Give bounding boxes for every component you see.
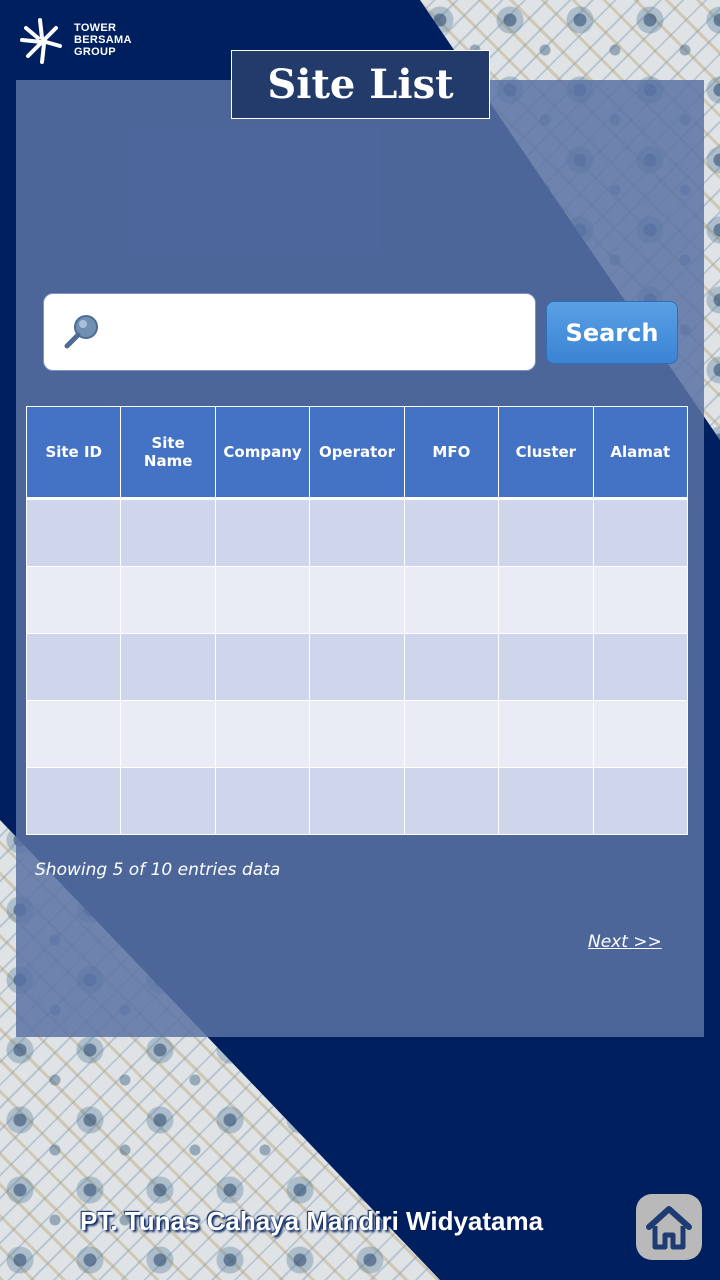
column-header-site-id[interactable]: Site ID — [25, 406, 122, 500]
column-header-mfo[interactable]: MFO — [403, 406, 500, 500]
next-page-link[interactable]: Next >> — [588, 932, 662, 952]
table-cell — [309, 498, 405, 567]
logo-line: GROUP — [74, 46, 116, 58]
table-row[interactable] — [25, 566, 689, 634]
column-header-alamat[interactable]: Alamat — [592, 406, 689, 500]
table-row[interactable] — [25, 767, 689, 835]
table-cell — [498, 566, 594, 634]
search-icon — [64, 315, 98, 349]
table-cell — [120, 700, 216, 768]
column-header-operator[interactable]: Operator — [309, 406, 405, 500]
table-cell — [498, 498, 594, 567]
table-cell — [403, 767, 500, 835]
company-name: PT. Tunas Cahaya Mandiri Widyatama — [80, 1206, 544, 1236]
table-cell — [214, 767, 311, 835]
table-cell — [25, 498, 122, 567]
table-header-row: Site ID Site Name Company Operator MFO C… — [25, 406, 689, 500]
table-cell — [214, 566, 311, 634]
table-cell — [25, 767, 122, 835]
table-cell — [214, 700, 311, 768]
table-row[interactable] — [25, 633, 689, 701]
table-cell — [403, 498, 500, 567]
logo-line: BERSAMA — [74, 34, 132, 46]
table-cell — [592, 633, 689, 701]
table-cell — [214, 498, 311, 567]
company-logo: TOWER BERSAMA GROUP — [16, 14, 166, 70]
table-cell — [25, 633, 122, 701]
column-header-company[interactable]: Company — [214, 406, 311, 500]
table-cell — [498, 633, 594, 701]
table-cell — [309, 700, 405, 768]
table-cell — [25, 700, 122, 768]
page-title: Site List — [267, 61, 454, 108]
search-field[interactable] — [43, 293, 536, 372]
logo-line: TOWER — [74, 22, 117, 34]
home-icon — [646, 1206, 692, 1250]
column-header-site-name[interactable]: Site Name — [120, 406, 216, 500]
column-header-cluster[interactable]: Cluster — [498, 406, 594, 500]
table-cell — [592, 700, 689, 768]
table-cell — [403, 633, 500, 701]
sunburst-logo-icon — [20, 18, 62, 64]
table-cell — [25, 566, 122, 634]
table-cell — [309, 566, 405, 634]
table-row[interactable] — [25, 498, 689, 567]
table-cell — [592, 566, 689, 634]
table-cell — [309, 633, 405, 701]
table-cell — [120, 498, 216, 567]
entries-info: Showing 5 of 10 entries data — [35, 860, 281, 880]
site-table: Site ID Site Name Company Operator MFO C… — [25, 406, 689, 835]
table-row[interactable] — [25, 700, 689, 768]
table-cell — [498, 767, 594, 835]
page-title-box: Site List — [231, 50, 490, 119]
table-cell — [403, 700, 500, 768]
table-cell — [403, 566, 500, 634]
table-cell — [592, 767, 689, 835]
table-cell — [120, 633, 216, 701]
table-cell — [309, 767, 405, 835]
logo-text: TOWER BERSAMA GROUP — [74, 22, 132, 58]
table-cell — [592, 498, 689, 567]
table-cell — [120, 767, 216, 835]
search-button[interactable]: Search — [546, 301, 678, 364]
search-input[interactable] — [114, 294, 528, 372]
table-cell — [120, 566, 216, 634]
table-cell — [498, 700, 594, 768]
home-button[interactable] — [636, 1194, 702, 1260]
table-cell — [214, 633, 311, 701]
